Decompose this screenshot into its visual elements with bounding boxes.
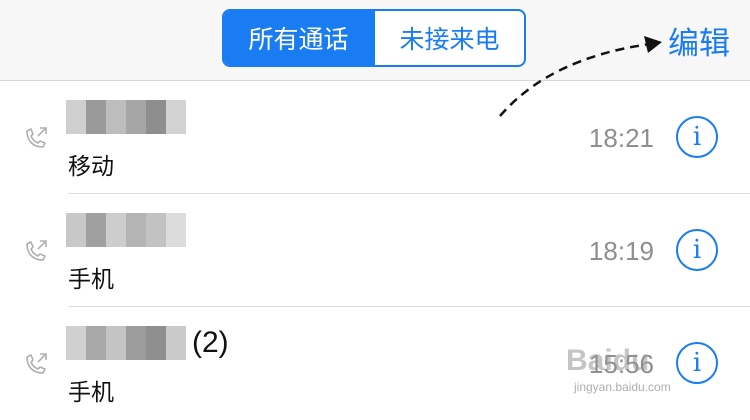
number-type-label: 手机 <box>68 267 114 293</box>
call-count: (2) <box>192 326 229 359</box>
outgoing-call-icon <box>26 127 47 148</box>
contact-name-redacted <box>66 99 192 135</box>
call-time: 18:19 <box>588 236 654 266</box>
contact-name-redacted: (2) <box>66 325 229 361</box>
call-filter-segmented-control: 所有通话 未接来电 <box>222 9 526 67</box>
call-row[interactable]: 手机 18:19 i <box>0 194 750 307</box>
watermark-url: jingyan.baidu.com <box>574 380 671 394</box>
info-button[interactable]: i <box>676 116 718 158</box>
info-button[interactable]: i <box>676 342 718 384</box>
contact-name-redacted <box>66 212 192 248</box>
outgoing-call-icon <box>26 353 47 374</box>
watermark-logo: Baidu <box>566 344 650 377</box>
call-time: 18:21 <box>588 123 654 153</box>
edit-button[interactable]: 编辑 <box>668 18 730 63</box>
outgoing-call-icon <box>26 240 47 261</box>
number-type-label: 移动 <box>68 154 114 180</box>
tab-all-calls[interactable]: 所有通话 <box>224 11 373 65</box>
info-button[interactable]: i <box>676 229 718 271</box>
number-type-label: 手机 <box>68 380 114 406</box>
call-row[interactable]: 移动 18:21 i <box>0 81 750 194</box>
